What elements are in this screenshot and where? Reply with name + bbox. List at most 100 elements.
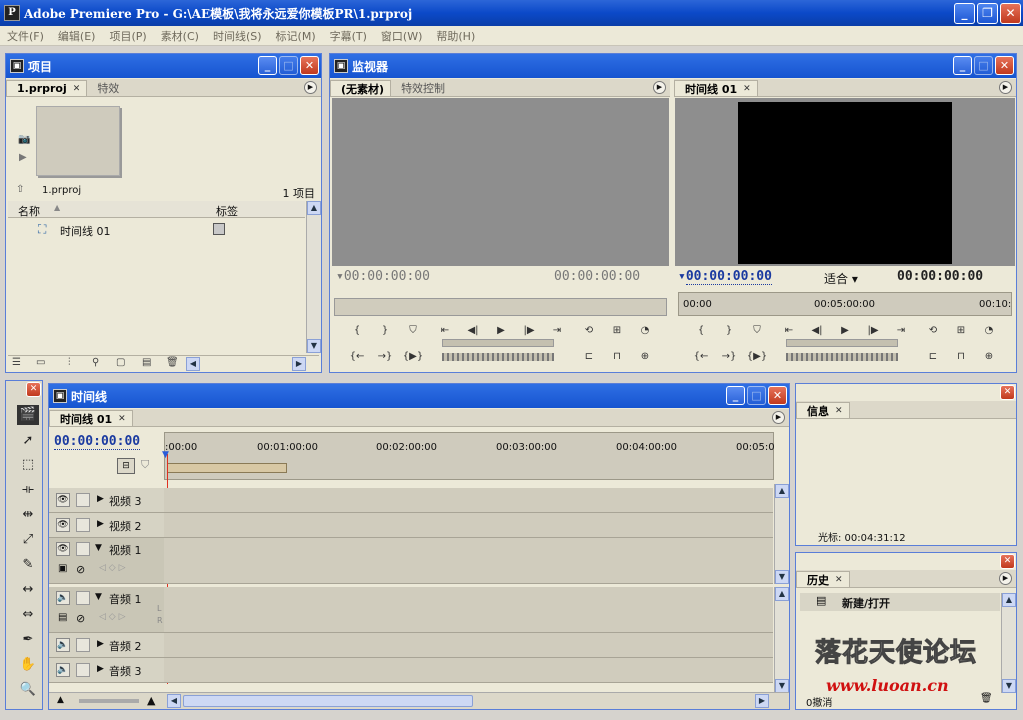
toggle-take-icon[interactable]: ⊕ <box>634 349 656 365</box>
mark-out-icon[interactable]: } <box>374 323 396 339</box>
scroll-up-icon[interactable]: ▲ <box>775 484 789 498</box>
window-restore-button[interactable]: ❐ <box>977 3 998 24</box>
menu-edit[interactable]: 编辑(E) <box>51 28 103 44</box>
track-area-audio-2[interactable] <box>164 633 773 658</box>
tab-history[interactable]: 历史 ✕ <box>796 571 850 587</box>
goto-next-edit-icon[interactable]: →} <box>718 349 740 365</box>
step-back-icon[interactable]: ◀| <box>462 323 484 339</box>
safe-margins-icon[interactable]: ⊞ <box>950 323 972 339</box>
expand-arrow-icon[interactable]: ▶ <box>97 639 104 649</box>
zoom-fit-dropdown[interactable]: 适合 ▾ <box>824 270 858 287</box>
collapse-arrow-icon[interactable]: ▼ <box>95 592 102 602</box>
scroll-right-icon[interactable]: ▶ <box>292 357 306 371</box>
new-bin-icon[interactable]: ▢ <box>116 357 125 368</box>
eye-icon[interactable]: 👁 <box>56 518 70 532</box>
panel-menu-icon[interactable]: ▶ <box>653 81 666 94</box>
lock-track-toggle[interactable] <box>76 493 90 507</box>
project-close-button[interactable]: ✕ <box>300 56 319 75</box>
speaker-icon[interactable]: 🔈 <box>56 638 70 652</box>
timeline-close-button[interactable]: ✕ <box>768 386 787 405</box>
play-icon[interactable]: ▶ <box>834 323 856 339</box>
project-list-row[interactable]: ⛶ 时间线 01 <box>8 220 305 240</box>
icon-view-icon[interactable]: ▭ <box>36 357 45 368</box>
collapse-arrow-icon[interactable]: ▼ <box>95 543 102 553</box>
snap-icon[interactable]: ⊟ <box>117 458 135 474</box>
tab-source[interactable]: (无素材) <box>330 80 392 96</box>
program-time-ruler[interactable]: 00:00 00:05:00:00 00:10: <box>678 292 1012 316</box>
mark-in-icon[interactable]: { <box>690 323 712 339</box>
audio-tracks-scrollbar[interactable]: ▲ ▼ <box>774 587 789 693</box>
speaker-icon[interactable]: 🔈 <box>56 663 70 677</box>
goto-in-icon[interactable]: ⇤ <box>434 323 456 339</box>
tab-effect-controls[interactable]: 特效控制 <box>391 80 451 96</box>
program-timecode-current[interactable]: ▾00:00:00:00 <box>678 269 772 285</box>
expand-arrow-icon[interactable]: ▶ <box>97 494 104 504</box>
ripple-edit-tool-icon[interactable]: ⟛ <box>17 480 39 500</box>
display-style-icon[interactable]: ▣ <box>58 563 67 574</box>
timeline-horizontal-scrollbar[interactable] <box>183 695 473 707</box>
menu-title[interactable]: 字幕(T) <box>323 28 374 44</box>
timeline-time-ruler[interactable]: :00:00 00:01:00:00 00:02:00:00 00:03:00:… <box>164 432 775 480</box>
set-marker-icon[interactable]: ⛉ <box>141 458 149 472</box>
display-style-icon[interactable]: ▤ <box>58 612 67 623</box>
scroll-up-icon[interactable]: ▲ <box>1002 593 1016 607</box>
hand-tool-icon[interactable]: ✋ <box>17 655 39 675</box>
column-label[interactable]: 标签 <box>216 203 238 219</box>
track-select-tool-icon[interactable]: ⬚ <box>17 455 39 475</box>
lock-track-toggle[interactable] <box>76 663 90 677</box>
info-close-button[interactable]: ✕ <box>1000 385 1015 400</box>
step-forward-icon[interactable]: |▶ <box>862 323 884 339</box>
monitor-minimize-button[interactable]: _ <box>953 56 972 75</box>
menu-marker[interactable]: 标记(M) <box>269 28 323 44</box>
set-marker-icon[interactable]: ⛉ <box>402 323 424 339</box>
rolling-edit-tool-icon[interactable]: ⇹ <box>17 505 39 525</box>
close-icon[interactable]: ✕ <box>835 575 843 585</box>
menu-clip[interactable]: 素材(C) <box>154 28 206 44</box>
scroll-left-icon[interactable]: ◀ <box>167 694 181 708</box>
folder-up-icon[interactable]: ⇧ <box>16 184 24 195</box>
tools-close-button[interactable]: ✕ <box>26 382 41 397</box>
insert-icon[interactable]: ⊏ <box>578 349 600 365</box>
goto-previous-marker-icon[interactable]: {← <box>346 349 368 365</box>
menu-window[interactable]: 窗口(W) <box>374 28 429 44</box>
trim-icon[interactable]: ⊕ <box>978 349 1000 365</box>
panel-menu-icon[interactable]: ▶ <box>999 81 1012 94</box>
tab-sequence-01[interactable]: 时间线 01 ✕ <box>49 410 133 426</box>
zoom-slider[interactable] <box>79 699 139 703</box>
scroll-left-icon[interactable]: ◀ <box>186 357 200 371</box>
scroll-up-icon[interactable]: ▲ <box>307 201 321 215</box>
keyframe-navigation-icon[interactable]: ◁ ◇ ▷ <box>99 612 126 622</box>
step-forward-icon[interactable]: |▶ <box>518 323 540 339</box>
monitor-close-button[interactable]: ✕ <box>995 56 1014 75</box>
pen-tool-icon[interactable]: ✒ <box>17 630 39 650</box>
output-icon[interactable]: ◔ <box>634 323 656 339</box>
lock-track-toggle[interactable] <box>76 638 90 652</box>
project-list-scrollbar[interactable]: ▲ ▼ <box>306 201 321 353</box>
scroll-right-icon[interactable]: ▶ <box>755 694 769 708</box>
play-in-to-out-icon[interactable]: {▶} <box>746 349 768 365</box>
timeline-timecode[interactable]: 00:00:00:00 <box>54 434 141 450</box>
selection-tool-icon[interactable]: ➚ <box>17 431 39 451</box>
razor-tool-icon[interactable]: ✎ <box>17 555 39 575</box>
play-in-to-out-icon[interactable]: {▶} <box>402 349 424 365</box>
play-icon[interactable]: ▶ <box>490 323 512 339</box>
close-icon[interactable]: ✕ <box>743 84 751 94</box>
list-view-icon[interactable]: ☰ <box>12 357 21 368</box>
menu-project[interactable]: 项目(P) <box>102 28 153 44</box>
eye-icon[interactable]: 👁 <box>56 542 70 556</box>
project-maximize-button[interactable]: □ <box>279 56 298 75</box>
close-icon[interactable]: ✕ <box>73 84 81 94</box>
scroll-down-icon[interactable]: ▼ <box>307 339 321 353</box>
goto-previous-edit-icon[interactable]: {← <box>690 349 712 365</box>
label-color-swatch[interactable] <box>213 223 225 235</box>
scroll-down-icon[interactable]: ▼ <box>1002 679 1016 693</box>
column-name[interactable]: 名称 <box>18 203 40 219</box>
window-minimize-button[interactable]: _ <box>954 3 975 24</box>
scroll-down-icon[interactable]: ▼ <box>775 679 789 693</box>
lock-track-toggle[interactable] <box>76 542 90 556</box>
rate-stretch-tool-icon[interactable]: ⤢ <box>17 530 39 550</box>
tab-effects[interactable]: 特效 <box>87 80 125 96</box>
keyframe-toggle-icon[interactable]: ⊘ <box>76 612 85 625</box>
delete-icon[interactable]: 🗑 <box>980 693 993 704</box>
loop-icon[interactable]: ⟲ <box>578 323 600 339</box>
